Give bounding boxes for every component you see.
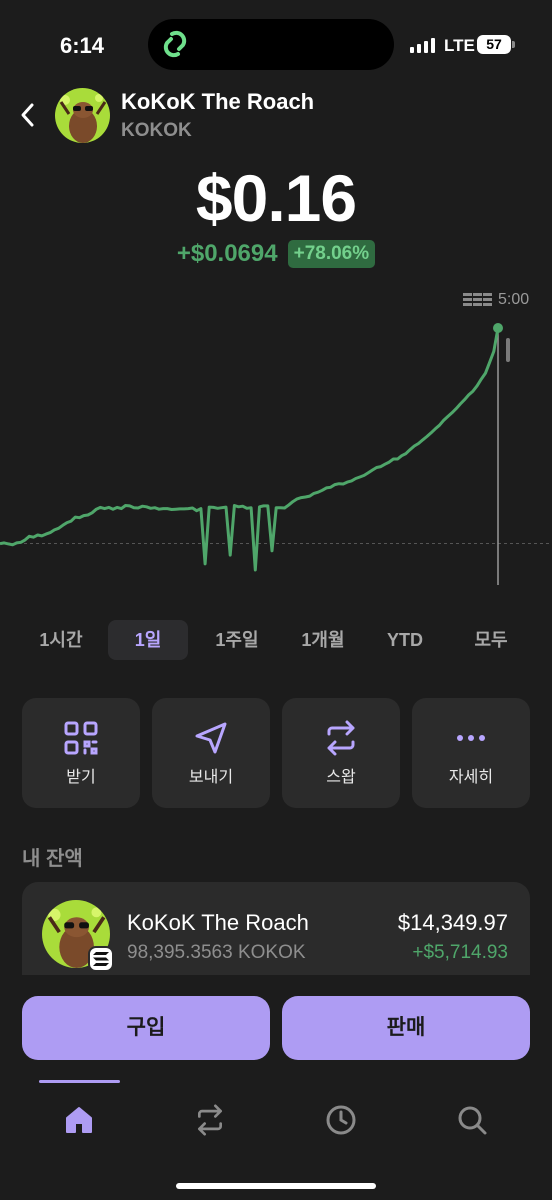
nav-active-indicator — [39, 1080, 120, 1083]
history-icon — [326, 1105, 356, 1135]
token-avatar — [55, 88, 110, 143]
network-type: LTE — [444, 36, 475, 55]
price-change-amount: +$0.0694 — [176, 240, 278, 267]
token-name: KoKoK The Roach — [121, 89, 315, 114]
swap-icon — [198, 1104, 222, 1136]
solana-chain-icon — [88, 946, 114, 972]
price-change-percent-badge: +78.06% — [287, 240, 376, 268]
home-indicator — [176, 1183, 376, 1189]
balance-usd-value: $14,349.97 — [397, 910, 508, 935]
receive-button[interactable]: 받기 — [22, 698, 140, 808]
chart-series-line — [0, 327, 500, 572]
status-bar: 6:14 LTE 57 — [0, 0, 552, 90]
back-button[interactable] — [14, 100, 44, 130]
balance-section-title: 내 잔액 — [22, 848, 83, 870]
qr-code-icon — [22, 720, 140, 756]
tab-1m[interactable]: 1개월 — [280, 620, 366, 660]
status-time: 6:14 — [60, 33, 105, 58]
nav-search[interactable] — [452, 1100, 492, 1140]
sell-button[interactable]: 판매 — [282, 996, 530, 1060]
swap-button[interactable]: 스왑 — [282, 698, 400, 808]
action-cards: 받기 보내기 스왑 자세히 — [22, 698, 530, 808]
balance-usd-change: +$5,714.93 — [412, 942, 508, 963]
swap-icon — [282, 720, 400, 756]
balance-token-name: KoKoK The Roach — [127, 910, 309, 935]
dynamic-island — [148, 19, 394, 70]
chart-cursor-handle[interactable] — [506, 338, 510, 362]
more-icon — [412, 720, 530, 756]
home-icon — [66, 1107, 92, 1133]
tab-all[interactable]: 모두 — [448, 620, 534, 660]
buy-button[interactable]: 구입 — [22, 996, 270, 1060]
link-app-icon — [158, 28, 192, 65]
battery-icon: 57 — [477, 35, 511, 54]
nav-swap[interactable] — [190, 1100, 230, 1140]
chart-cursor-dot[interactable] — [493, 323, 503, 333]
bottom-nav — [0, 1080, 552, 1200]
price-value: $0.16 — [195, 161, 357, 235]
nav-history[interactable] — [321, 1100, 361, 1140]
more-button[interactable]: 자세히 — [412, 698, 530, 808]
more-label: 자세히 — [448, 769, 494, 786]
send-label: 보내기 — [188, 769, 234, 786]
nav-home[interactable] — [59, 1100, 99, 1140]
receive-label: 받기 — [66, 769, 96, 786]
swap-label: 스왑 — [326, 769, 356, 786]
tab-ytd[interactable]: YTD — [362, 620, 448, 660]
chevron-left-icon — [21, 103, 34, 127]
price-chart[interactable] — [0, 300, 552, 600]
send-icon — [152, 720, 270, 756]
time-range-tabs: 1시간 1일 1주일 1개월 YTD 모두 — [18, 620, 534, 660]
battery-nub — [512, 41, 515, 48]
balance-token-amount: 98,395.3563 KOKOK — [127, 942, 306, 963]
search-icon — [458, 1106, 487, 1135]
signal-icon — [410, 37, 435, 53]
tab-1h[interactable]: 1시간 — [18, 620, 104, 660]
tab-1w[interactable]: 1주일 — [194, 620, 280, 660]
token-symbol: KOKOK — [121, 120, 192, 141]
tab-1d[interactable]: 1일 — [108, 620, 188, 660]
send-button[interactable]: 보내기 — [152, 698, 270, 808]
price-change-row: +$0.0694 +78.06% — [0, 240, 552, 268]
